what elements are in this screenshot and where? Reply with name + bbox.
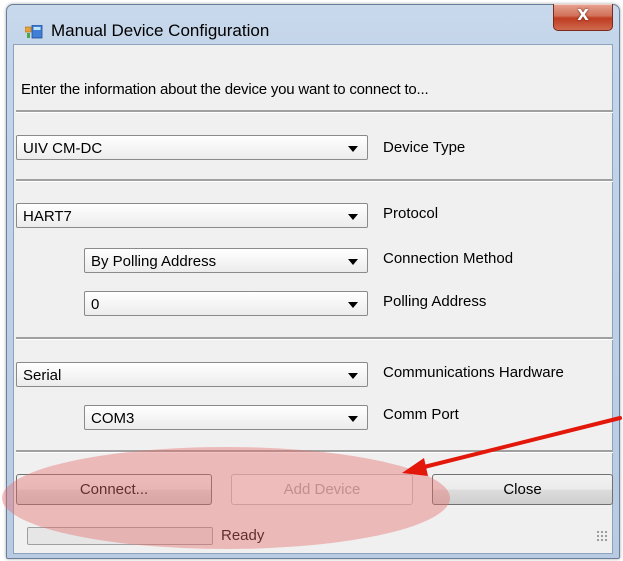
annotation-arrow: [402, 416, 622, 476]
